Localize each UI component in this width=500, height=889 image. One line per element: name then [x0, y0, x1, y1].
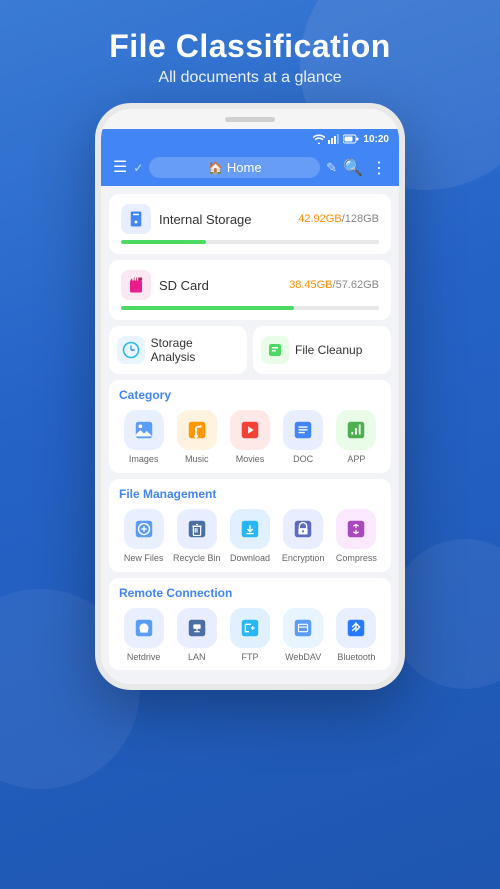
encryption-icon [283, 509, 323, 549]
download-icon [230, 509, 270, 549]
encryption-item[interactable]: Encryption [277, 509, 329, 564]
storage-analysis-label: Storage Analysis [151, 336, 239, 364]
bluetooth-label: Bluetooth [337, 652, 375, 663]
sd-card-name: SD Card [159, 278, 281, 293]
storage-analysis-icon [117, 336, 145, 364]
netdrive-label: Netdrive [127, 652, 161, 663]
wifi-icon [313, 134, 325, 144]
app-bar: ☰ ✓ 🏠 Home ✎ 🔍 ⋮ [101, 149, 399, 186]
battery-icon [343, 134, 359, 144]
lan-label: LAN [188, 652, 206, 663]
phone-speaker [225, 117, 275, 122]
action-row: Storage Analysis File Cleanup [109, 326, 391, 374]
sd-card-card[interactable]: SD Card 38.45GB/57.62GB [109, 260, 391, 320]
category-app[interactable]: APP [330, 410, 382, 465]
movies-icon [230, 410, 270, 450]
recycle-bin-item[interactable]: Recycle Bin [171, 509, 223, 564]
images-icon [124, 410, 164, 450]
signal-icon [328, 134, 340, 144]
internal-storage-progress [121, 240, 379, 244]
category-grid: Images Music Movies [117, 410, 383, 465]
status-bar: 10:20 [101, 129, 399, 149]
category-doc[interactable]: DOC [277, 410, 329, 465]
movies-label: Movies [236, 454, 265, 465]
check-icon[interactable]: ✓ [133, 161, 143, 175]
remote-connection-grid: Netdrive LAN FTP [117, 608, 383, 663]
home-icon: 🏠 [208, 161, 223, 175]
new-files-icon [124, 509, 164, 549]
category-section: Category Images Music [109, 380, 391, 473]
file-management-section: File Management New Files Recy [109, 479, 391, 572]
compress-icon [336, 509, 376, 549]
status-icons [313, 134, 359, 144]
header-area: File Classification All documents at a g… [0, 0, 500, 103]
netdrive-item[interactable]: Netdrive [118, 608, 170, 663]
main-title: File Classification [0, 28, 500, 65]
doc-icon [283, 410, 323, 450]
menu-icon[interactable]: ☰ [113, 160, 127, 176]
app-icon [336, 410, 376, 450]
app-bar-right: 🔍 ⋮ [343, 158, 387, 178]
recycle-bin-label: Recycle Bin [173, 553, 221, 564]
app-label: APP [347, 454, 365, 465]
netdrive-icon [124, 608, 164, 648]
storage-analysis-button[interactable]: Storage Analysis [109, 326, 247, 374]
category-music[interactable]: Music [171, 410, 223, 465]
file-cleanup-label: File Cleanup [295, 343, 362, 357]
sub-title: All documents at a glance [0, 69, 500, 87]
content-area: Internal Storage 42.92GB/128GB SD Card [101, 186, 399, 684]
file-cleanup-icon [261, 336, 289, 364]
music-label: Music [185, 454, 209, 465]
sd-card-progress [121, 306, 379, 310]
more-icon[interactable]: ⋮ [371, 158, 387, 178]
sd-card-icon [121, 270, 151, 300]
phone-notch [101, 109, 399, 129]
ftp-item[interactable]: FTP [224, 608, 276, 663]
compress-item[interactable]: Compress [330, 509, 382, 564]
doc-label: DOC [293, 454, 313, 465]
music-icon [177, 410, 217, 450]
webdav-icon [283, 608, 323, 648]
search-icon[interactable]: 🔍 [343, 158, 363, 178]
ftp-icon [230, 608, 270, 648]
file-cleanup-button[interactable]: File Cleanup [253, 326, 391, 374]
remote-connection-title: Remote Connection [117, 586, 383, 600]
lan-icon [177, 608, 217, 648]
file-management-title: File Management [117, 487, 383, 501]
phone-frame: 10:20 ☰ ✓ 🏠 Home ✎ 🔍 ⋮ [95, 103, 405, 690]
internal-storage-name: Internal Storage [159, 212, 290, 227]
status-time: 10:20 [363, 134, 389, 145]
images-label: Images [129, 454, 159, 465]
download-label: Download [230, 553, 270, 564]
download-item[interactable]: Download [224, 509, 276, 564]
new-files-item[interactable]: New Files [118, 509, 170, 564]
internal-storage-icon [121, 204, 151, 234]
home-button[interactable]: 🏠 Home [149, 157, 320, 178]
internal-storage-fill [121, 240, 206, 244]
sd-card-size: 38.45GB/57.62GB [289, 279, 379, 291]
compress-label: Compress [336, 553, 377, 564]
internal-storage-card[interactable]: Internal Storage 42.92GB/128GB [109, 194, 391, 254]
file-management-grid: New Files Recycle Bin Downlo [117, 509, 383, 564]
remote-connection-section: Remote Connection Netdrive LAN [109, 578, 391, 671]
webdav-label: WebDAV [285, 652, 321, 663]
category-images[interactable]: Images [118, 410, 170, 465]
home-label: Home [227, 160, 262, 175]
bluetooth-item[interactable]: Bluetooth [330, 608, 382, 663]
sd-card-fill [121, 306, 294, 310]
bluetooth-icon [336, 608, 376, 648]
phone-wrapper: 10:20 ☰ ✓ 🏠 Home ✎ 🔍 ⋮ [0, 103, 500, 690]
recycle-bin-icon [177, 509, 217, 549]
category-movies[interactable]: Movies [224, 410, 276, 465]
category-title: Category [117, 388, 383, 402]
webdav-item[interactable]: WebDAV [277, 608, 329, 663]
lan-item[interactable]: LAN [171, 608, 223, 663]
edit-icon[interactable]: ✎ [326, 160, 337, 176]
encryption-label: Encryption [282, 553, 325, 564]
ftp-label: FTP [241, 652, 258, 663]
new-files-label: New Files [124, 553, 164, 564]
internal-storage-size: 42.92GB/128GB [298, 213, 379, 225]
